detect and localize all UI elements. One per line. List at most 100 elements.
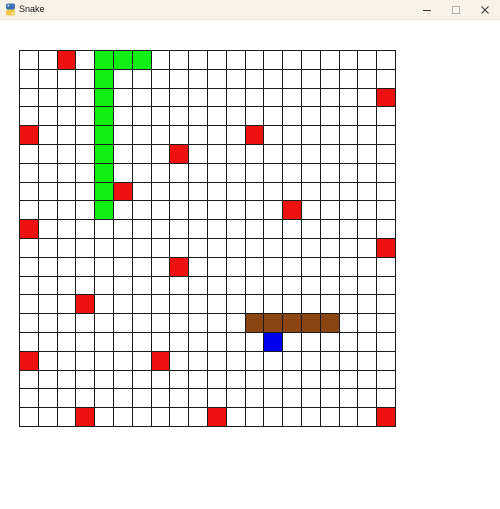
grid-cell: [319, 294, 340, 315]
grid-cell: [301, 350, 321, 371]
grid-cell: [263, 275, 284, 296]
grid-cell: [338, 388, 359, 409]
grid-cell: [75, 369, 96, 390]
grid-cell: [357, 68, 378, 89]
grid-cell: [113, 68, 133, 89]
grid-cell: [263, 238, 284, 258]
grid-cell: [131, 407, 152, 427]
grid-cell: [113, 125, 133, 145]
grid-cell: [188, 68, 208, 89]
grid-cell: [56, 238, 77, 258]
grid-cell: [113, 256, 133, 277]
grid-cell: [376, 106, 396, 127]
maximize-button[interactable]: [441, 0, 471, 20]
grid-cell: [301, 162, 321, 183]
grid-cell: [131, 68, 152, 89]
grid-cell: [207, 181, 227, 202]
grid-cell: [188, 350, 208, 371]
grid-cell: [19, 162, 39, 183]
grid-cell: [301, 68, 321, 89]
game-board[interactable]: [19, 50, 396, 427]
grid-cell: [131, 144, 152, 164]
grid-cell: [301, 275, 321, 296]
grid-cell: [207, 369, 227, 390]
grid-cell: [301, 219, 321, 239]
grid-cell: [357, 125, 378, 145]
grid-cell: [131, 294, 152, 315]
grid-cell: [19, 181, 39, 202]
grid-cell: [19, 50, 39, 70]
grid-cell: [75, 350, 96, 371]
grid-cell: [19, 388, 39, 409]
grid-cell: [37, 294, 58, 315]
grid-cell: [113, 144, 133, 164]
grid-cell: [319, 181, 340, 202]
player-snake-segment: [113, 50, 133, 70]
grid-cell: [207, 388, 227, 409]
grid-cell: [169, 68, 190, 89]
grid-cell: [131, 200, 152, 221]
grid-cell: [169, 87, 190, 108]
grid-cell: [319, 350, 340, 371]
grid-cell: [207, 275, 227, 296]
grid-cell: [338, 275, 359, 296]
grid-cell: [301, 332, 321, 352]
grid-cell: [37, 125, 58, 145]
grid-cell: [338, 181, 359, 202]
grid-cell: [75, 256, 96, 277]
grid-cell: [19, 68, 39, 89]
grid-cell: [338, 200, 359, 221]
grid-cell: [244, 68, 265, 89]
grid-cell: [131, 369, 152, 390]
grid-cell: [319, 256, 340, 277]
grid-cell: [338, 144, 359, 164]
grid-cell: [75, 144, 96, 164]
grid-cell: [376, 162, 396, 183]
grid-cell: [94, 369, 114, 390]
grid-cell: [75, 162, 96, 183]
grid-cell: [225, 238, 246, 258]
grid-cell: [338, 106, 359, 127]
grid-cell: [338, 50, 359, 70]
grid-cell: [188, 181, 208, 202]
grid-cell: [188, 162, 208, 183]
grid-cell: [188, 125, 208, 145]
grid-cell: [357, 162, 378, 183]
grid-cell: [263, 369, 284, 390]
grid-cell: [244, 162, 265, 183]
grid-cell: [37, 87, 58, 108]
grid-cell: [56, 144, 77, 164]
close-button[interactable]: [470, 0, 500, 20]
grid-cell: [37, 256, 58, 277]
grid-cell: [19, 294, 39, 315]
grid-cell: [113, 388, 133, 409]
grid-cell: [113, 350, 133, 371]
grid-cell: [19, 106, 39, 127]
grid-cell: [357, 238, 378, 258]
minimize-button[interactable]: [412, 0, 442, 20]
grid-cell: [75, 68, 96, 89]
grid-cell: [150, 106, 171, 127]
grid-cell: [301, 125, 321, 145]
grid-cell: [56, 332, 77, 352]
grid-cell: [319, 162, 340, 183]
grid-cell: [56, 313, 77, 333]
grid-cell: [37, 219, 58, 239]
grid-cell: [301, 369, 321, 390]
grid-cell: [56, 200, 77, 221]
grid-cell: [225, 313, 246, 333]
grid-cell: [225, 181, 246, 202]
grid-cell: [301, 294, 321, 315]
grid-cell: [150, 68, 171, 89]
grid-cell: [56, 369, 77, 390]
grid-cell: [169, 294, 190, 315]
grid-cell: [131, 332, 152, 352]
grid-cell: [94, 388, 114, 409]
grid-cell: [301, 238, 321, 258]
title-bar[interactable]: Snake: [0, 0, 500, 20]
grid-cell: [225, 256, 246, 277]
grid-cell: [188, 106, 208, 127]
grid-cell: [56, 275, 77, 296]
grid-cell: [357, 106, 378, 127]
enemy-snake-segment: [244, 313, 265, 333]
